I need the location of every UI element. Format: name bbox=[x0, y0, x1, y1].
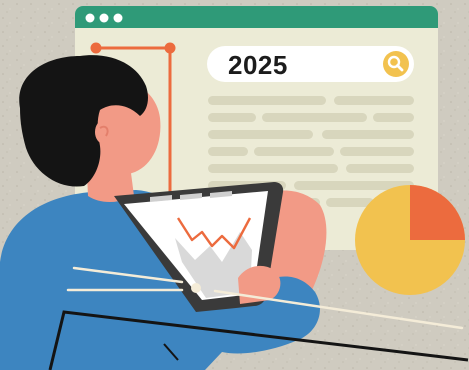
search-icon[interactable] bbox=[383, 51, 409, 77]
illustration-scene: 2025 bbox=[0, 0, 469, 370]
shirt-highlight-dot bbox=[191, 283, 201, 293]
person-ear bbox=[95, 120, 113, 144]
window-dot-icon[interactable] bbox=[113, 13, 123, 23]
pie-chart bbox=[355, 185, 465, 295]
window-dot-icon[interactable] bbox=[85, 13, 95, 23]
window-title-bar bbox=[75, 6, 438, 28]
window-dot-icon[interactable] bbox=[99, 13, 109, 23]
search-query-text[interactable]: 2025 bbox=[228, 50, 338, 80]
